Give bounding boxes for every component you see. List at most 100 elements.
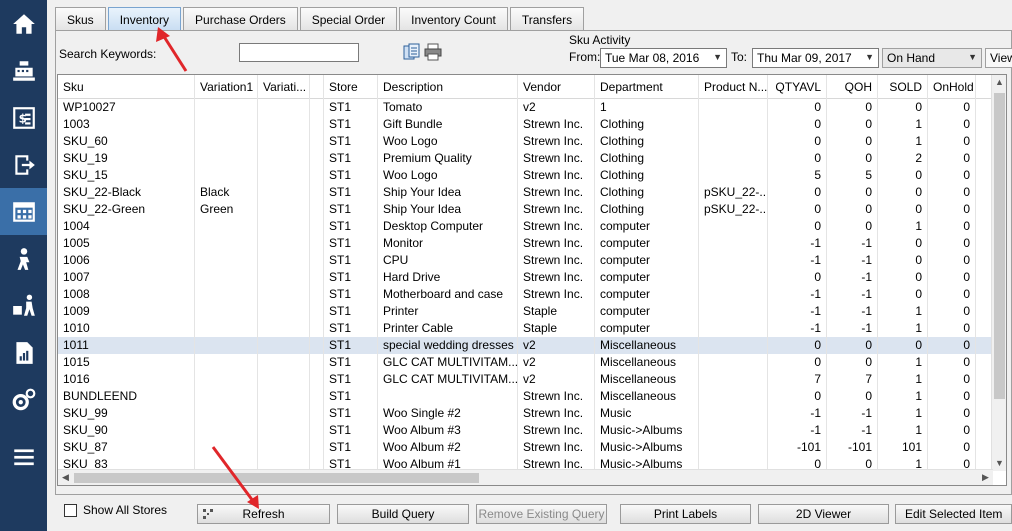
table-row[interactable]: SKU_90 ST1 Woo Album #3 Strewn Inc. Music->A… [58, 422, 993, 439]
table-row[interactable]: SKU_22-Black Black ST1 Ship Your Idea Strewn… [58, 184, 993, 201]
tab-inventory-count[interactable]: Inventory Count [399, 7, 508, 31]
table-row[interactable]: 1004 ST1 Desktop Computer Strewn Inc. comput… [58, 218, 993, 235]
column-header[interactable]: Department [595, 75, 699, 99]
table-cell: 0 [928, 320, 976, 337]
table-cell: ST1 [324, 133, 378, 150]
column-header[interactable]: Description [378, 75, 518, 99]
horizontal-scrollbar[interactable]: ◀ ▶ [58, 469, 993, 485]
table-cell [310, 133, 324, 150]
table-row[interactable]: SKU_87 ST1 Woo Album #2 Strewn Inc. Music->A… [58, 439, 993, 456]
table-row[interactable]: 1015 ST1 GLC CAT MULTIVITAM... v2 Miscellane… [58, 354, 993, 371]
column-header[interactable]: Product N... [699, 75, 768, 99]
copy-icon[interactable] [403, 43, 421, 61]
sidebar-invoice-button[interactable]: $ [0, 94, 47, 141]
table-cell [258, 422, 310, 439]
table-row[interactable]: 1009 ST1 Printer Staple computer -1 -1 1 0 [58, 303, 993, 320]
print-icon[interactable] [424, 43, 442, 61]
tab-inventory[interactable]: Inventory [107, 7, 182, 31]
table-row[interactable]: 1003 ST1 Gift Bundle Strewn Inc. Clothing 0 0 1… [58, 116, 993, 133]
table-cell [310, 422, 324, 439]
table-cell [699, 337, 768, 354]
search-keywords-input[interactable] [239, 43, 359, 62]
sidebar-inventory-button[interactable] [0, 188, 47, 235]
to-date-picker[interactable]: Thu Mar 09, 2017 ▼ [752, 48, 879, 68]
chevron-down-icon: ▼ [968, 52, 977, 62]
table-cell [258, 235, 310, 252]
column-header[interactable]: Variati... [258, 75, 310, 99]
scroll-left-icon[interactable]: ◀ [58, 470, 73, 485]
edit-selected-item-button[interactable]: Edit Selected Item [895, 504, 1012, 524]
table-cell: 0 [768, 388, 827, 405]
table-row[interactable]: SKU_60 ST1 Woo Logo Strewn Inc. Clothing 0 0 1 0 [58, 133, 993, 150]
table-cell: ST1 [324, 150, 378, 167]
table-cell [195, 252, 258, 269]
table-cell [195, 439, 258, 456]
table-row[interactable]: BUNDLEEND ST1 Strewn Inc. Miscellaneous 0 0 1 0 [58, 388, 993, 405]
column-header[interactable]: Variation1 [195, 75, 258, 99]
table-cell: Miscellaneous [595, 388, 699, 405]
table-row[interactable]: 1007 ST1 Hard Drive Strewn Inc. computer 0 -1 0… [58, 269, 993, 286]
table-row[interactable]: WP10027 ST1 Tomato v2 1 0 0 0 0 [58, 99, 993, 116]
table-row[interactable]: SKU_22-Green Green ST1 Ship Your Idea Strewn… [58, 201, 993, 218]
remove-existing-query-button[interactable]: Remove Existing Query [476, 504, 607, 524]
scroll-right-icon[interactable]: ▶ [978, 470, 993, 485]
table-row[interactable]: 1005 ST1 Monitor Strewn Inc. computer -1 -1 0 0 [58, 235, 993, 252]
2d-viewer-button[interactable]: 2D Viewer [758, 504, 889, 524]
sidebar-reports-button[interactable] [0, 329, 47, 376]
column-header[interactable]: Sku [58, 75, 195, 99]
sidebar-settings-button[interactable] [0, 376, 47, 423]
table-cell: 7 [768, 371, 827, 388]
vertical-scroll-thumb[interactable] [994, 93, 1005, 399]
column-header[interactable]: OnHold [928, 75, 976, 99]
column-header[interactable]: Vendor [518, 75, 595, 99]
tab-purchase-orders[interactable]: Purchase Orders [183, 7, 298, 31]
table-cell: CPU [378, 252, 518, 269]
table-cell: SKU_15 [58, 167, 195, 184]
table-cell: 0 [928, 235, 976, 252]
table-cell: Printer [378, 303, 518, 320]
scroll-down-icon[interactable]: ▼ [992, 456, 1006, 471]
table-row[interactable]: 1010 ST1 Printer Cable Staple computer -1 -1 1 0 [58, 320, 993, 337]
sidebar-shipping-button[interactable] [0, 282, 47, 329]
horizontal-scroll-thumb[interactable] [74, 473, 479, 483]
print-labels-button[interactable]: Print Labels [620, 504, 751, 524]
chevron-down-icon: ▼ [713, 52, 722, 62]
column-header[interactable]: SOLD [878, 75, 928, 99]
table-row[interactable]: SKU_19 ST1 Premium Quality Strewn Inc. Cloth… [58, 150, 993, 167]
table-row[interactable]: 1016 ST1 GLC CAT MULTIVITAM... v2 Miscellane… [58, 371, 993, 388]
tab-special-order[interactable]: Special Order [299, 7, 398, 31]
table-row[interactable]: SKU_15 ST1 Woo Logo Strewn Inc. Clothing 5 5 0 0 [58, 167, 993, 184]
column-header[interactable]: QTYAVL [768, 75, 827, 99]
sidebar-register-button[interactable] [0, 47, 47, 94]
table-cell: 0 [768, 269, 827, 286]
column-header[interactable]: Store [324, 75, 378, 99]
sidebar-customers-button[interactable] [0, 235, 47, 282]
table-cell: 0 [928, 269, 976, 286]
sidebar-menu-button[interactable] [0, 433, 47, 480]
scroll-up-icon[interactable]: ▲ [992, 75, 1006, 90]
table-row[interactable]: 1011 ST1 special wedding dresses v2 Miscella… [58, 337, 993, 354]
column-header[interactable]: QOH [827, 75, 878, 99]
table-row[interactable]: 1008 ST1 Motherboard and case Strewn Inc. co… [58, 286, 993, 303]
table-cell: 0 [827, 116, 878, 133]
table-cell: Strewn Inc. [518, 201, 595, 218]
refresh-button[interactable]: Refresh [197, 504, 330, 524]
table-row[interactable]: 1006 ST1 CPU Strewn Inc. computer -1 -1 0 0 [58, 252, 993, 269]
sidebar-home-button[interactable] [0, 0, 47, 47]
from-date-picker[interactable]: Tue Mar 08, 2016 ▼ [600, 48, 727, 68]
show-all-stores-checkbox[interactable] [64, 503, 77, 517]
stock-mode-select[interactable]: On Hand ▼ [882, 48, 982, 68]
build-query-button[interactable]: Build Query [337, 504, 469, 524]
tab-skus[interactable]: Skus [55, 7, 106, 31]
column-header[interactable] [310, 75, 324, 99]
show-all-stores-option[interactable]: Show All Stores [64, 503, 167, 517]
view-button[interactable]: View [985, 48, 1012, 68]
table-row[interactable]: SKU_99 ST1 Woo Single #2 Strewn Inc. Music -1… [58, 405, 993, 422]
refresh-label: Refresh [242, 507, 285, 521]
table-cell: 0 [878, 167, 928, 184]
vertical-scrollbar[interactable]: ▲ ▼ [991, 75, 1006, 471]
sidebar-import-button[interactable] [0, 141, 47, 188]
table-cell: ST1 [324, 371, 378, 388]
table-cell: 0 [878, 337, 928, 354]
tab-transfers[interactable]: Transfers [509, 7, 585, 31]
